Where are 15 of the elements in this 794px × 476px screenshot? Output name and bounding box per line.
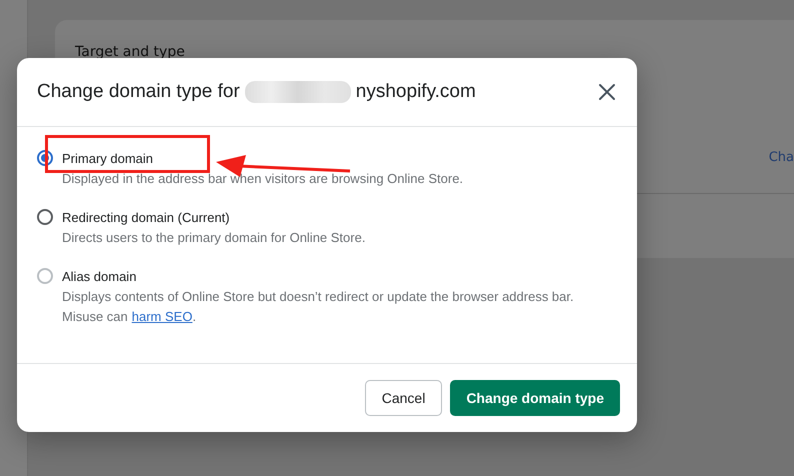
change-domain-type-button[interactable]: Change domain type [450,380,620,416]
option-description: Directs users to the primary domain for Online Store. [62,229,366,247]
option-label: Redirecting domain (Current) [62,209,230,227]
card-title: Target and type [75,44,186,60]
change-link[interactable]: Cha [768,150,794,165]
option-description: Displayed in the address bar when visitors are browsing Online Store. [62,170,464,188]
dialog-title: Change domain type for [37,81,240,103]
dialog-title-domain: nyshopify.com [356,81,476,103]
option-description: Displays contents of Online Store but doesn’t redirect or update the browser address bar. Misuse can harm SEO. [62,288,575,326]
radio-button[interactable] [37,209,53,225]
radio-button[interactable] [37,150,53,166]
cancel-button[interactable]: Cancel [364,380,442,416]
option-label: Primary domain [62,150,154,168]
option-label: Alias domain [62,268,136,286]
close-icon[interactable] [598,83,616,101]
